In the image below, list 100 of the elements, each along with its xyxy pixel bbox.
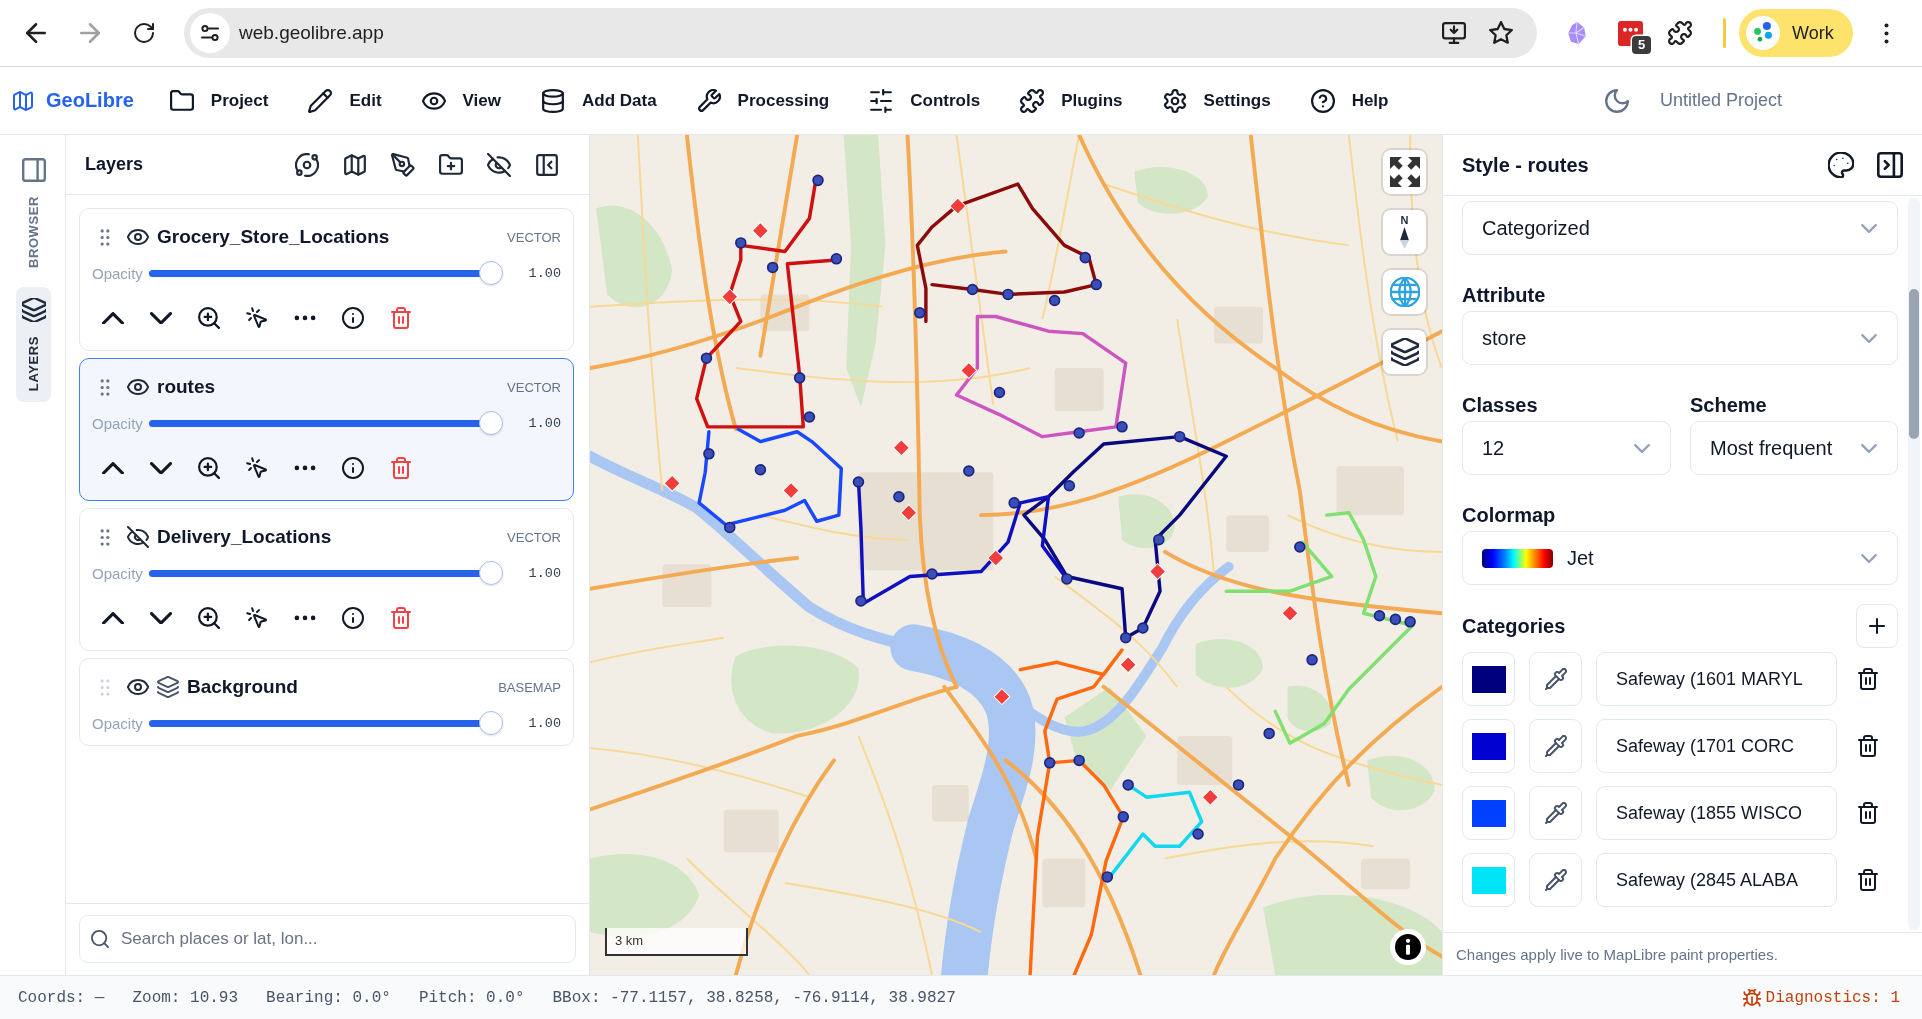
eyedropper-button[interactable]: [1529, 652, 1582, 706]
add-category-button[interactable]: [1856, 604, 1898, 648]
opacity-slider[interactable]: [149, 711, 503, 735]
chevron-up-icon[interactable]: [102, 611, 124, 625]
fullscreen-button[interactable]: [1383, 150, 1426, 194]
orbit-icon[interactable]: [295, 152, 319, 177]
pen-tool-icon[interactable]: [391, 152, 415, 177]
zoom-in-icon[interactable]: [198, 607, 220, 629]
menu-item[interactable]: Help: [1310, 88, 1389, 113]
slider-thumb[interactable]: [478, 711, 503, 735]
chevron-down-icon[interactable]: [150, 611, 172, 625]
menu-item[interactable]: Plugins: [1020, 88, 1123, 113]
search-field[interactable]: Search places or lat, lon...: [79, 915, 576, 963]
color-swatch-button[interactable]: [1462, 853, 1515, 907]
app-logo[interactable]: GeoLibre: [13, 89, 134, 112]
info-icon[interactable]: [342, 457, 364, 479]
eye-off-icon[interactable]: [127, 526, 149, 548]
layer-card[interactable]: Grocery_Store_Locations VECTOR Opacity 1.00: [79, 208, 574, 351]
more-icon[interactable]: [294, 465, 316, 471]
slider-thumb[interactable]: [478, 561, 503, 585]
colormap-select[interactable]: Jet: [1462, 531, 1898, 585]
globe-button[interactable]: [1383, 270, 1426, 314]
info-icon[interactable]: [342, 307, 364, 329]
menu-item[interactable]: Project: [169, 88, 269, 113]
pointer-click-icon[interactable]: [246, 457, 268, 479]
opacity-slider[interactable]: [149, 261, 503, 285]
more-icon[interactable]: [294, 615, 316, 621]
more-icon[interactable]: [294, 315, 316, 321]
zoom-in-icon[interactable]: [198, 457, 220, 479]
sidebar-tab[interactable]: BROWSER: [16, 147, 51, 280]
panel-collapse-icon[interactable]: [1877, 152, 1903, 178]
url-text[interactable]: web.geolibre.app: [239, 22, 384, 44]
forward-icon[interactable]: [80, 23, 100, 43]
eye-icon[interactable]: [127, 676, 149, 698]
drag-handle-icon[interactable]: [100, 378, 110, 396]
menu-item[interactable]: View: [421, 88, 501, 113]
menu-item[interactable]: Settings: [1162, 88, 1271, 113]
opacity-slider[interactable]: [149, 561, 503, 585]
chevron-up-icon[interactable]: [102, 461, 124, 475]
color-swatch-button[interactable]: [1462, 719, 1515, 773]
scrollbar-thumb[interactable]: [1909, 289, 1919, 439]
scrollbar[interactable]: [1908, 198, 1920, 930]
install-app-icon[interactable]: [1442, 21, 1466, 45]
sidebar-tab[interactable]: LAYERS: [16, 287, 51, 403]
diagnostics-button[interactable]: Diagnostics: 1: [1742, 988, 1900, 1007]
zoom-in-icon[interactable]: [198, 307, 220, 329]
layer-card[interactable]: Background BASEMAP Opacity 1.00: [79, 658, 574, 746]
drag-handle-icon[interactable]: [100, 528, 110, 546]
category-name-field[interactable]: Safeway (2845 ALABA: [1596, 853, 1837, 907]
trash-icon[interactable]: [1857, 802, 1878, 824]
eyedropper-button[interactable]: [1529, 853, 1582, 907]
compass-button[interactable]: N: [1383, 210, 1426, 254]
reload-icon[interactable]: [134, 23, 154, 43]
drag-handle-icon[interactable]: [100, 678, 110, 696]
slider-thumb[interactable]: [478, 261, 503, 285]
drag-handle-icon[interactable]: [100, 228, 110, 246]
chevron-down-icon[interactable]: [150, 311, 172, 325]
eyedropper-button[interactable]: [1529, 719, 1582, 773]
info-icon[interactable]: [342, 607, 364, 629]
menu-item[interactable]: Processing: [696, 88, 830, 113]
address-bar[interactable]: web.geolibre.app: [184, 8, 1537, 58]
bookmark-star-icon[interactable]: [1489, 21, 1513, 45]
back-icon[interactable]: [26, 23, 46, 43]
pointer-click-icon[interactable]: [246, 607, 268, 629]
menu-item[interactable]: Edit: [308, 88, 382, 113]
color-swatch-button[interactable]: [1462, 652, 1515, 706]
trash-icon[interactable]: [1857, 735, 1878, 757]
category-name-field[interactable]: Safeway (1701 CORC: [1596, 719, 1837, 773]
puzzle-icon[interactable]: [1668, 21, 1692, 45]
eye-off-icon[interactable]: [487, 152, 511, 177]
folder-plus-icon[interactable]: [439, 152, 463, 177]
moon-icon[interactable]: [1604, 88, 1629, 113]
eye-icon[interactable]: [127, 226, 149, 248]
map-icon[interactable]: [343, 152, 367, 177]
layers-button[interactable]: [1383, 330, 1426, 374]
trash-icon[interactable]: [1857, 668, 1878, 690]
eyedropper-button[interactable]: [1529, 786, 1582, 840]
renderer-select[interactable]: Categorized: [1462, 201, 1898, 255]
profile-button[interactable]: Work: [1739, 9, 1853, 57]
attribute-select[interactable]: store: [1462, 311, 1898, 365]
color-swatch-button[interactable]: [1462, 786, 1515, 840]
more-vertical-icon[interactable]: [1884, 22, 1889, 44]
gem-icon[interactable]: [1565, 21, 1589, 45]
chevron-up-icon[interactable]: [102, 311, 124, 325]
scheme-select[interactable]: Most frequent: [1690, 421, 1898, 475]
trash-icon[interactable]: [1857, 869, 1878, 891]
layer-card[interactable]: Delivery_Locations VECTOR Opacity 1.00: [79, 508, 574, 651]
slider-thumb[interactable]: [478, 411, 503, 435]
classes-select[interactable]: 12: [1462, 421, 1671, 475]
pointer-click-icon[interactable]: [246, 307, 268, 329]
eye-icon[interactable]: [127, 376, 149, 398]
palette-icon[interactable]: [1828, 152, 1854, 178]
chevron-down-icon[interactable]: [150, 461, 172, 475]
category-name-field[interactable]: Safeway (1601 MARYL: [1596, 652, 1837, 706]
category-name-field[interactable]: Safeway (1855 WISCO: [1596, 786, 1837, 840]
panel-collapse-icon[interactable]: [535, 152, 559, 177]
menu-item[interactable]: Controls: [869, 88, 981, 113]
menu-item[interactable]: Add Data: [541, 88, 657, 113]
site-info-button[interactable]: [190, 13, 230, 53]
layer-card[interactable]: routes VECTOR Opacity 1.00: [79, 358, 574, 501]
